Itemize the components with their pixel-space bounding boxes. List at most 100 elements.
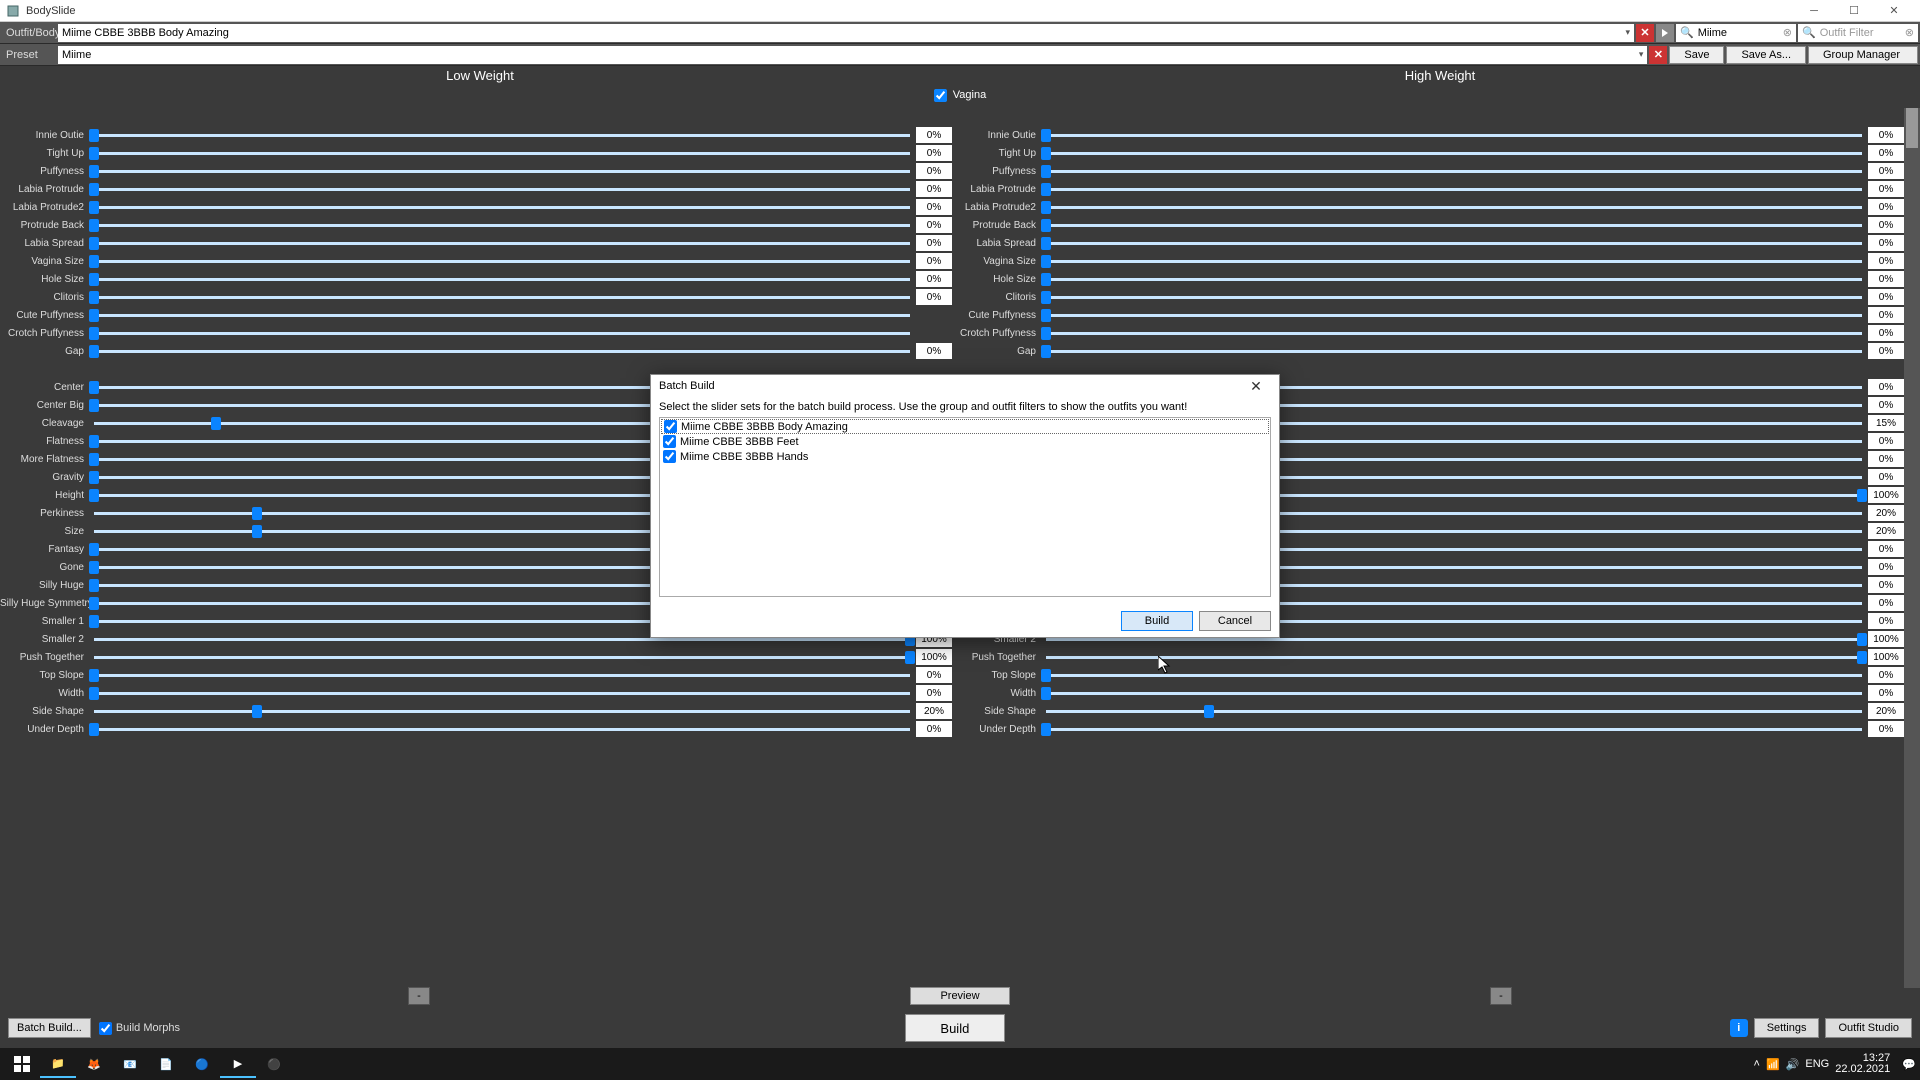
slider-thumb[interactable]: [1041, 687, 1051, 700]
slider-thumb[interactable]: [1041, 345, 1051, 358]
vertical-scrollbar[interactable]: [1904, 108, 1920, 988]
slider-track[interactable]: [94, 278, 910, 281]
dialog-item-checkbox[interactable]: [663, 435, 676, 448]
taskbar-obs-icon[interactable]: ⚫: [256, 1050, 292, 1078]
slider-thumb[interactable]: [89, 669, 99, 682]
dialog-close-button[interactable]: ✕: [1241, 378, 1271, 395]
outfit-clear-button[interactable]: ✕: [1636, 24, 1654, 42]
slider-thumb[interactable]: [89, 129, 99, 142]
slider-thumb[interactable]: [89, 687, 99, 700]
slider-thumb[interactable]: [89, 183, 99, 196]
slider-value-low[interactable]: 0%: [916, 217, 952, 233]
slider-value-low[interactable]: 0%: [916, 289, 952, 305]
slider-track[interactable]: [94, 152, 910, 155]
outfit-filter-input[interactable]: 🔍 Outfit Filter ⊗: [1798, 24, 1918, 42]
slider-value-high[interactable]: 0%: [1868, 271, 1904, 287]
slider-thumb[interactable]: [89, 309, 99, 322]
slider-value-low[interactable]: 0%: [916, 199, 952, 215]
slider-thumb[interactable]: [89, 381, 99, 394]
slider-value-low[interactable]: 0%: [916, 685, 952, 701]
outfit-studio-button[interactable]: Outfit Studio: [1825, 1018, 1912, 1038]
slider-value-high[interactable]: 100%: [1868, 487, 1904, 503]
slider-value-high[interactable]: 0%: [1868, 559, 1904, 575]
slider-thumb[interactable]: [89, 561, 99, 574]
slider-track[interactable]: [1046, 710, 1862, 713]
save-as-button[interactable]: Save As...: [1726, 46, 1806, 64]
slider-value-low[interactable]: 0%: [916, 721, 952, 737]
slider-value-high[interactable]: 0%: [1868, 685, 1904, 701]
slider-thumb[interactable]: [1041, 723, 1051, 736]
slider-thumb[interactable]: [1857, 633, 1867, 646]
slider-track[interactable]: [94, 206, 910, 209]
slider-value-high[interactable]: 100%: [1868, 649, 1904, 665]
slider-value-high[interactable]: 0%: [1868, 667, 1904, 683]
slider-thumb[interactable]: [89, 471, 99, 484]
slider-track[interactable]: [1046, 224, 1862, 227]
preview-button[interactable]: Preview: [910, 987, 1010, 1005]
slider-track[interactable]: [1046, 242, 1862, 245]
slider-thumb[interactable]: [1041, 291, 1051, 304]
slider-value-high[interactable]: 20%: [1868, 505, 1904, 521]
slider-thumb[interactable]: [89, 201, 99, 214]
slider-track[interactable]: [94, 134, 910, 137]
slider-value-high[interactable]: 0%: [1868, 343, 1904, 359]
dialog-list-item[interactable]: Miime CBBE 3BBB Feet: [661, 434, 1269, 449]
slider-value-low[interactable]: 0%: [916, 145, 952, 161]
slider-track[interactable]: [94, 692, 910, 695]
tray-chevron-icon[interactable]: ˄: [1754, 1058, 1760, 1070]
slider-value-high[interactable]: 0%: [1868, 289, 1904, 305]
slider-thumb[interactable]: [1041, 273, 1051, 286]
taskbar-explorer-icon[interactable]: 📁: [40, 1050, 76, 1078]
slider-thumb[interactable]: [89, 543, 99, 556]
dialog-item-checkbox[interactable]: [663, 450, 676, 463]
maximize-button[interactable]: ☐: [1834, 0, 1874, 22]
slider-track[interactable]: [94, 728, 910, 731]
slider-track[interactable]: [1046, 152, 1862, 155]
slider-value-high[interactable]: 0%: [1868, 379, 1904, 395]
minus-button-right[interactable]: -: [1490, 987, 1512, 1005]
tray-network-icon[interactable]: 📶: [1766, 1058, 1780, 1071]
slider-track[interactable]: [1046, 332, 1862, 335]
taskbar-app-icon[interactable]: 🔵: [184, 1050, 220, 1078]
group-manager-button[interactable]: Group Manager: [1808, 46, 1918, 64]
slider-value-low[interactable]: 0%: [916, 163, 952, 179]
slider-value-high[interactable]: 100%: [1868, 631, 1904, 647]
slider-thumb[interactable]: [1041, 309, 1051, 322]
slider-value-high[interactable]: 0%: [1868, 397, 1904, 413]
preset-clear-button[interactable]: ✕: [1649, 46, 1667, 64]
slider-track[interactable]: [94, 314, 910, 317]
dialog-item-checkbox[interactable]: [664, 420, 677, 433]
slider-thumb[interactable]: [89, 453, 99, 466]
slider-value-high[interactable]: 20%: [1868, 523, 1904, 539]
slider-value-low[interactable]: 0%: [916, 343, 952, 359]
build-morphs-checkbox[interactable]: Build Morphs: [99, 1022, 180, 1035]
slider-value-high[interactable]: 0%: [1868, 235, 1904, 251]
slider-value-high[interactable]: 0%: [1868, 541, 1904, 557]
slider-thumb[interactable]: [89, 579, 99, 592]
tray-notifications-icon[interactable]: 💬: [1902, 1058, 1916, 1071]
slider-value-high[interactable]: 0%: [1868, 307, 1904, 323]
slider-track[interactable]: [94, 242, 910, 245]
slider-value-high[interactable]: 0%: [1868, 613, 1904, 629]
slider-thumb[interactable]: [1041, 201, 1051, 214]
slider-value-high[interactable]: 0%: [1868, 595, 1904, 611]
slider-thumb[interactable]: [1041, 147, 1051, 160]
slider-thumb[interactable]: [1041, 183, 1051, 196]
slider-thumb[interactable]: [89, 147, 99, 160]
slider-thumb[interactable]: [211, 417, 221, 430]
slider-track[interactable]: [94, 170, 910, 173]
slider-value-high[interactable]: 20%: [1868, 703, 1904, 719]
slider-track[interactable]: [1046, 728, 1862, 731]
slider-value-high[interactable]: 0%: [1868, 217, 1904, 233]
slider-value-high[interactable]: 0%: [1868, 325, 1904, 341]
slider-track[interactable]: [1046, 206, 1862, 209]
slider-track[interactable]: [94, 224, 910, 227]
slider-value-low[interactable]: 0%: [916, 667, 952, 683]
slider-thumb[interactable]: [89, 291, 99, 304]
slider-value-high[interactable]: 0%: [1868, 163, 1904, 179]
slider-thumb[interactable]: [252, 525, 262, 538]
slider-thumb[interactable]: [89, 345, 99, 358]
slider-thumb[interactable]: [1041, 327, 1051, 340]
slider-thumb[interactable]: [1857, 651, 1867, 664]
slider-track[interactable]: [94, 350, 910, 353]
